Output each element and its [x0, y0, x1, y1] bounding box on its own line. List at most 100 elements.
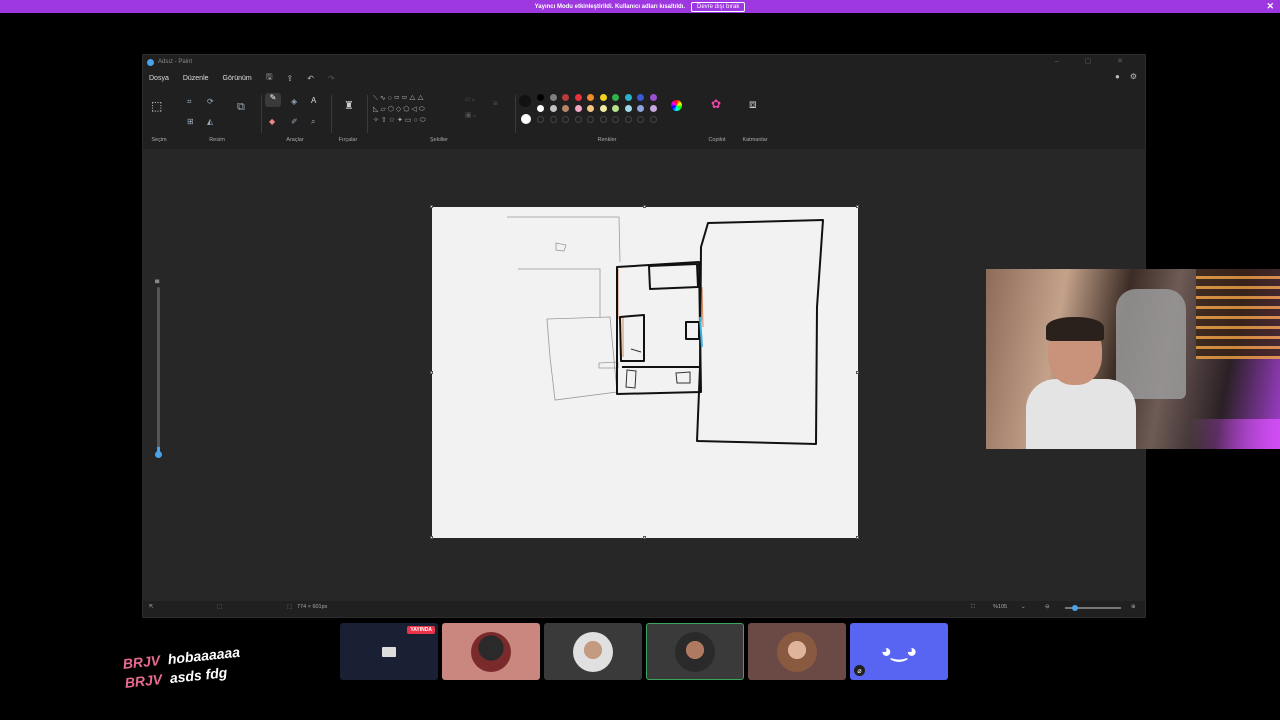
custom-color-slot[interactable]: [637, 116, 644, 123]
layers-group-label: Katmanlar: [742, 137, 768, 143]
rotate-icon[interactable]: ⟳: [207, 97, 214, 106]
palette-color-swatch[interactable]: [549, 105, 557, 112]
fit-to-window-icon[interactable]: ⛶: [971, 604, 975, 611]
menu-file[interactable]: Dosya: [149, 75, 169, 82]
resize-handle-right[interactable]: [856, 371, 859, 374]
resize-handle-bottom[interactable]: [643, 536, 646, 539]
palette-color-swatch[interactable]: [624, 105, 632, 112]
custom-color-slot[interactable]: [562, 116, 569, 123]
resize-handle-top-left[interactable]: [430, 205, 433, 208]
palette-color-swatch[interactable]: [562, 105, 569, 112]
menu-view[interactable]: Görünüm: [223, 75, 252, 82]
selection-group-label: Seçim: [151, 137, 167, 143]
menu-edit[interactable]: Düzenle: [183, 75, 209, 82]
disable-streamer-mode-button[interactable]: Devre dışı bırak: [691, 1, 746, 12]
participant-tile[interactable]: [544, 623, 642, 680]
palette-color-swatch[interactable]: [637, 94, 644, 101]
palette-color-swatch[interactable]: [599, 105, 607, 112]
shape-outline-icon[interactable]: ▱⌄: [465, 95, 476, 103]
shapes-row-3-icon[interactable]: ✧⇧☆✦▭○⬭: [373, 116, 428, 125]
custom-color-slot[interactable]: [574, 116, 582, 123]
pencil-icon[interactable]: ✎: [265, 93, 281, 107]
palette-color-swatch[interactable]: [549, 94, 557, 101]
palette-color-swatch[interactable]: [637, 105, 644, 112]
sketch-shape: [555, 242, 567, 252]
copilot-group: ✿ Copilot: [699, 91, 735, 143]
zoom-level-select[interactable]: %105: [993, 604, 1007, 610]
mark-line: [630, 348, 642, 353]
participant-tile[interactable]: [748, 623, 846, 680]
resize-handle-bottom-right[interactable]: [856, 536, 859, 539]
resize-handle-top-right[interactable]: [856, 205, 859, 208]
brush-icon[interactable]: ♜: [344, 99, 354, 112]
palette-color-swatch[interactable]: [537, 94, 544, 101]
palette-color-swatch[interactable]: [574, 105, 582, 112]
save-icon[interactable]: 🖫: [266, 71, 273, 85]
zoom-slider[interactable]: [1065, 605, 1121, 611]
color-picker-icon[interactable]: ✐: [291, 117, 298, 126]
custom-color-slot[interactable]: [649, 116, 657, 123]
text-icon[interactable]: A: [311, 96, 316, 105]
shapes-row-1-icon[interactable]: ⟍∿○▭▭△△: [373, 94, 426, 103]
participant-tile-speaking[interactable]: [646, 623, 744, 680]
custom-color-slot[interactable]: [624, 116, 632, 123]
resize-handle-bottom-left[interactable]: [430, 536, 433, 539]
zoom-slider-knob[interactable]: [1071, 605, 1078, 611]
brushes-group-label: Fırçalar: [338, 137, 358, 143]
fill-icon[interactable]: ◈: [291, 97, 297, 106]
copilot-icon[interactable]: ✿: [711, 97, 721, 111]
palette-color-swatch[interactable]: [612, 94, 619, 101]
participant-tile[interactable]: [442, 623, 540, 680]
chevron-down-icon[interactable]: ⌄: [1021, 604, 1026, 610]
palette-color-swatch[interactable]: [649, 94, 657, 101]
close-icon[interactable]: ✕: [1266, 1, 1274, 12]
resize-icon[interactable]: ⊞: [187, 117, 194, 126]
zoom-out-icon[interactable]: ⊖: [1045, 604, 1050, 610]
layers-icon[interactable]: ⧈: [749, 97, 757, 112]
custom-color-slot[interactable]: [612, 116, 619, 123]
custom-color-slot[interactable]: [549, 116, 557, 123]
avatar: [675, 631, 715, 672]
door-block: [685, 321, 700, 340]
palette-color-swatch[interactable]: [574, 94, 582, 101]
crop-icon[interactable]: ⌗: [187, 97, 192, 107]
palette-color-swatch[interactable]: [587, 94, 594, 101]
eraser-icon[interactable]: ◆: [269, 117, 275, 126]
share-icon[interactable]: ⇪: [287, 74, 294, 83]
palette-color-swatch[interactable]: [562, 94, 569, 101]
shapes-row-2-icon[interactable]: ◺▱⬡◇⬠◁⬭: [373, 105, 427, 114]
magnifier-icon[interactable]: ⌕: [311, 117, 315, 127]
edit-colors-wheel-icon[interactable]: [671, 100, 682, 111]
window-controls[interactable]: – ▢ ✕: [1055, 57, 1135, 65]
screen-share-tile[interactable]: YAYINDA: [340, 623, 438, 680]
flip-icon[interactable]: ◭: [207, 117, 213, 126]
selection-rectangle-icon[interactable]: ⬚: [151, 99, 162, 113]
custom-color-slot[interactable]: [537, 116, 544, 123]
palette-color-swatch[interactable]: [624, 94, 632, 101]
account-icon[interactable]: ●: [1115, 72, 1120, 81]
palette-color-swatch[interactable]: [537, 105, 544, 112]
palette-color-swatch[interactable]: [599, 94, 607, 101]
palette-color-swatch[interactable]: [649, 105, 657, 112]
resize-handle-top[interactable]: [643, 205, 646, 208]
discord-tile[interactable]: ◕‿◕ ⌀: [850, 623, 948, 680]
primary-color-swatch[interactable]: [519, 95, 531, 107]
brush-size-slider[interactable]: ▀: [155, 281, 162, 458]
palette-color-swatch[interactable]: [612, 105, 619, 112]
zoom-in-icon[interactable]: ⊕: [1131, 604, 1136, 610]
redo-icon[interactable]: ↷: [328, 74, 335, 83]
secondary-color-swatch[interactable]: [521, 114, 531, 124]
background-remove-icon[interactable]: ⧉: [237, 101, 245, 114]
shape-size-icon[interactable]: ≡: [493, 99, 498, 108]
brush-size-knob[interactable]: [155, 451, 162, 458]
settings-gear-icon[interactable]: ⚙: [1130, 72, 1137, 81]
custom-color-slot[interactable]: [587, 116, 594, 123]
undo-icon[interactable]: ↶: [307, 74, 314, 83]
custom-color-slot[interactable]: [599, 116, 607, 123]
webcam-person-body: [1026, 379, 1136, 449]
resize-handle-left[interactable]: [430, 371, 433, 374]
image-group: ⌗ ⟳ ⧉ ⊞ ◭ Resim: [177, 91, 257, 143]
shape-fill-icon[interactable]: ▣⌄: [465, 111, 477, 119]
drawing-canvas[interactable]: [430, 205, 859, 539]
palette-color-swatch[interactable]: [587, 105, 594, 112]
